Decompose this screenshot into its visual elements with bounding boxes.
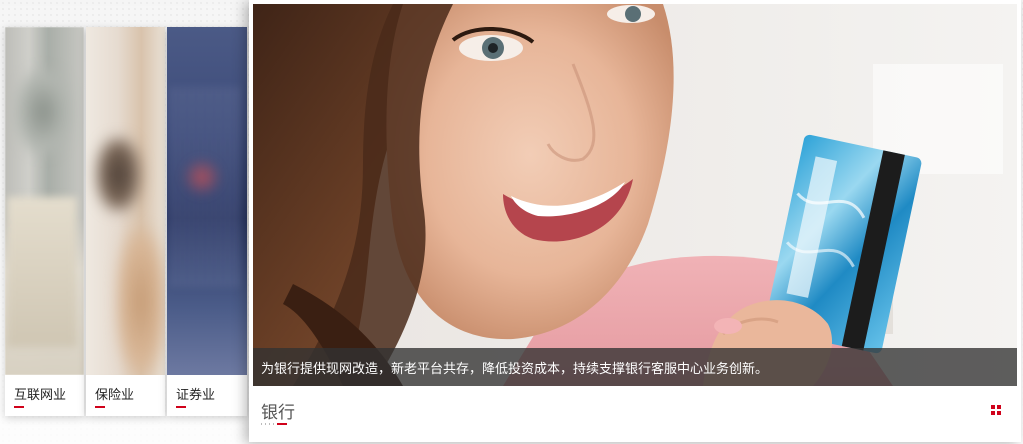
- industry-label-wrap: 保险业: [86, 375, 165, 416]
- industry-card-securities[interactable]: 证券业: [167, 27, 247, 416]
- title-underline-dots: [261, 423, 275, 425]
- title-underline: [277, 423, 287, 425]
- industry-label: 保险业: [95, 388, 135, 403]
- industry-photo: [5, 27, 84, 375]
- featured-title: 银行: [261, 403, 295, 423]
- label-underline: [95, 406, 105, 408]
- industry-photo: [167, 27, 247, 375]
- label-underline: [14, 406, 24, 408]
- industry-photo: [86, 27, 165, 375]
- grid-icon[interactable]: [991, 405, 1001, 415]
- bank-card-footer: 银行: [253, 386, 1017, 442]
- industry-card-bank[interactable]: 为银行提供现网改造，新老平台共存，降低投资成本，持续支撑银行客服中心业务创新。 …: [249, 0, 1021, 442]
- industry-label: 证券业: [176, 388, 216, 403]
- industry-label-wrap: 互联网业: [5, 375, 84, 416]
- industry-label: 互联网业: [14, 388, 67, 403]
- caption-bar: 为银行提供现网改造，新老平台共存，降低投资成本，持续支撑银行客服中心业务创新。: [253, 348, 1017, 386]
- industry-label-wrap: 证券业: [167, 375, 247, 416]
- industry-card-internet[interactable]: 互联网业: [5, 27, 84, 416]
- caption-text: 为银行提供现网改造，新老平台共存，降低投资成本，持续支撑银行客服中心业务创新。: [261, 362, 769, 377]
- label-underline: [176, 406, 186, 408]
- bank-hero-photo: 为银行提供现网改造，新老平台共存，降低投资成本，持续支撑银行客服中心业务创新。: [253, 4, 1017, 386]
- industry-card-insurance[interactable]: 保险业: [86, 27, 165, 416]
